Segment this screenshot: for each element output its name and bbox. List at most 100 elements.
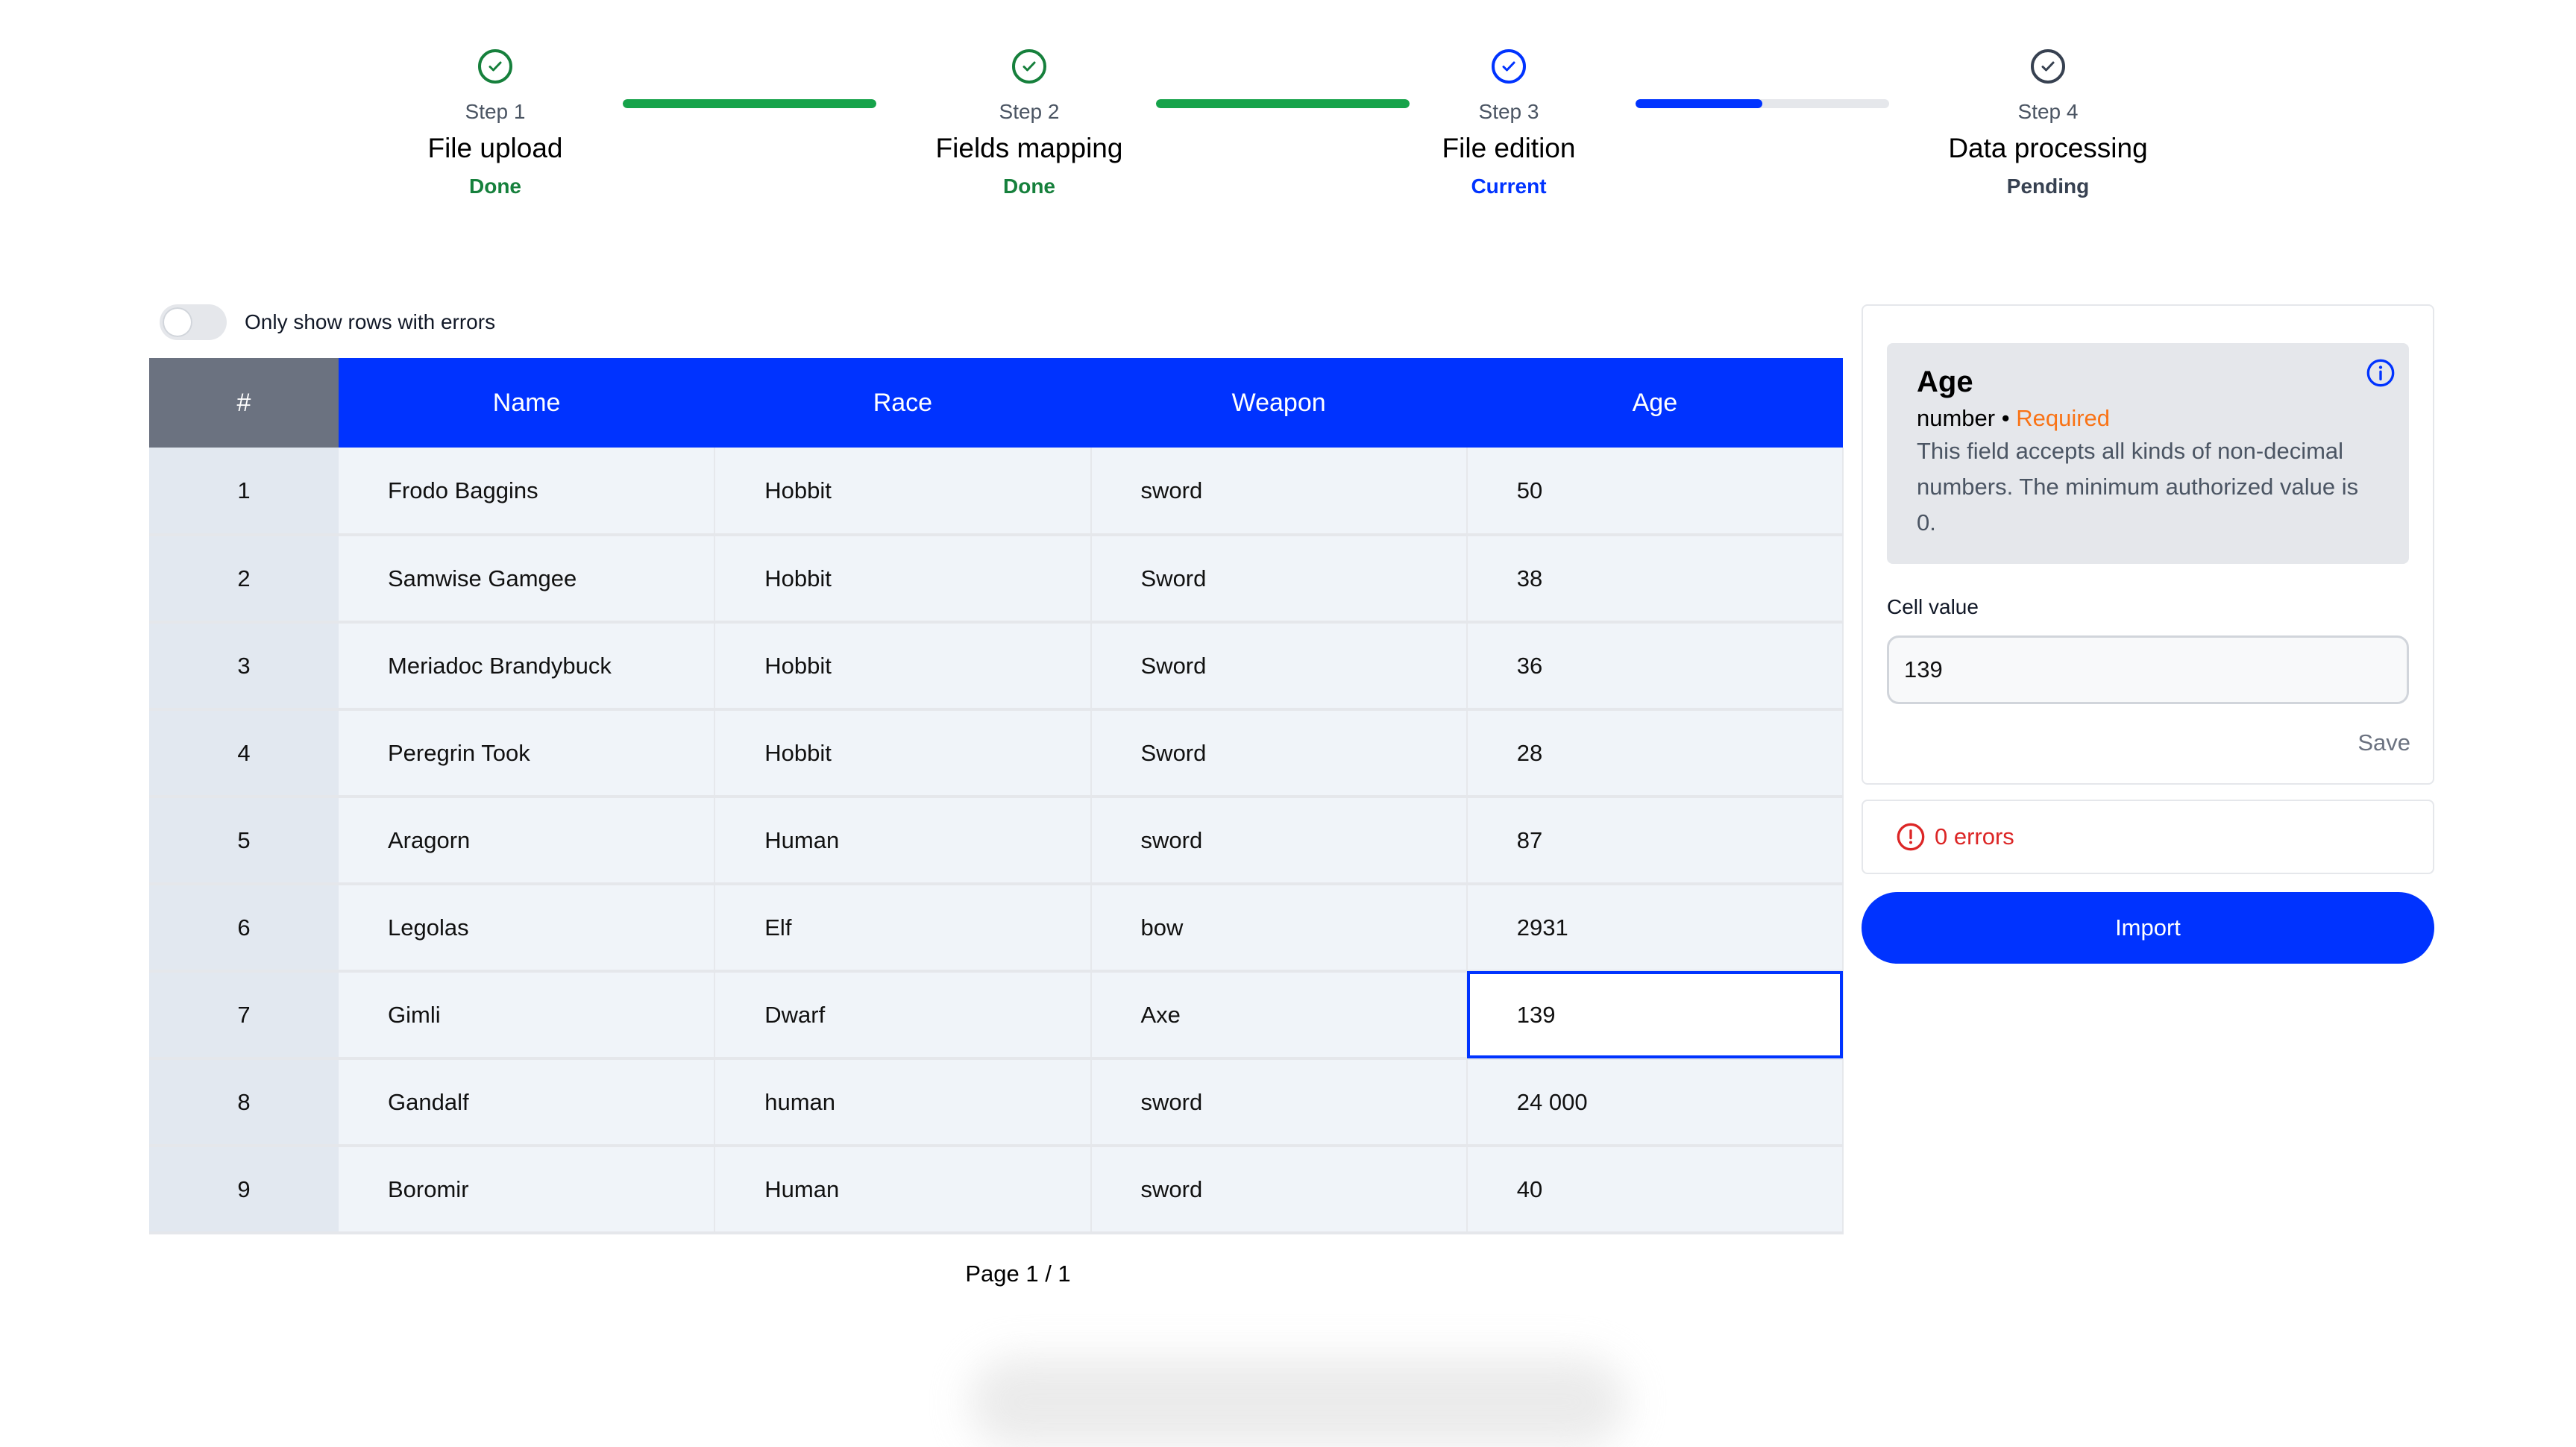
save-button[interactable]: Save [2357,729,2410,756]
bottom-shadow [970,1357,1626,1447]
step-status: Done [1003,175,1055,198]
column-header-race[interactable]: Race [714,358,1091,448]
import-button[interactable]: Import [1862,892,2434,964]
cell-name[interactable]: Gimli [339,971,716,1060]
table-row: 9 Boromir Human sword 40 [149,1146,1844,1234]
cell-age[interactable]: 50 [1466,448,1844,536]
cell-race[interactable]: Hobbit [714,709,1092,798]
cell-name[interactable]: Meriadoc Brandybuck [339,622,716,711]
table-row: 2 Samwise Gamgee Hobbit Sword 38 [149,535,1844,624]
cell-index: 2 [149,535,339,624]
cell-weapon[interactable]: Sword [1090,622,1468,711]
cell-race[interactable]: Hobbit [714,448,1092,536]
column-header-index: # [149,358,339,448]
cell-weapon[interactable]: sword [1090,1058,1468,1147]
cell-age[interactable]: 38 [1466,535,1844,624]
cell-index: 7 [149,971,339,1060]
field-type-line: number • Required [1917,405,2379,432]
cell-age[interactable]: 28 [1466,709,1844,798]
column-header-age[interactable]: Age [1466,358,1843,448]
cell-name[interactable]: Legolas [339,884,716,973]
table-row: 5 Aragorn Human sword 87 [149,797,1844,885]
cell-index: 5 [149,797,339,885]
cell-age[interactable]: 36 [1466,622,1844,711]
cell-age[interactable]: 139 [1466,971,1844,1060]
step-status: Done [469,175,521,198]
cell-race[interactable]: Dwarf [714,971,1092,1060]
cell-race[interactable]: Human [714,1146,1092,1234]
field-name: Age [1917,365,1973,398]
step-status: Current [1471,175,1547,198]
pagination: Page 1 / 1 [0,1261,2036,1287]
step-title: Data processing [1948,133,2148,163]
table-row: 8 Gandalf human sword 24 000 [149,1058,1844,1147]
step-3: Step 3 File edition Current [1300,49,1718,198]
cell-race[interactable]: Hobbit [714,622,1092,711]
cell-name[interactable]: Aragorn [339,797,716,885]
cell-index: 3 [149,622,339,711]
field-type: number [1917,405,1996,431]
cell-age[interactable]: 2931 [1466,884,1844,973]
table-header-row: # Name Race Weapon Age [149,358,1843,448]
step-title: File edition [1442,133,1576,163]
cell-name[interactable]: Peregrin Took [339,709,716,798]
check-circle-icon [1012,49,1046,84]
cell-weapon[interactable]: sword [1090,1146,1468,1234]
alert-circle-icon [1897,823,1925,851]
cell-weapon[interactable]: Sword [1090,535,1468,624]
required-badge: Required [2016,405,2111,431]
cell-name[interactable]: Frodo Baggins [339,448,716,536]
table-row: 1 Frodo Baggins Hobbit sword 50 [149,448,1844,536]
cell-index: 9 [149,1146,339,1234]
check-circle-icon [2031,49,2065,84]
cell-age[interactable]: 87 [1466,797,1844,885]
cell-age[interactable]: 24 000 [1466,1058,1844,1147]
cell-weapon[interactable]: bow [1090,884,1468,973]
cell-race[interactable]: Elf [714,884,1092,973]
check-circle-icon [1492,49,1526,84]
cell-weapon[interactable]: Sword [1090,709,1468,798]
errors-summary[interactable]: 0 errors [1862,800,2434,874]
error-filter-label: Only show rows with errors [245,310,496,333]
info-icon[interactable] [2366,358,2396,388]
cell-race[interactable]: Hobbit [714,535,1092,624]
error-filter: Only show rows with errors [160,304,495,340]
table-row: 7 Gimli Dwarf Axe 139 [149,971,1844,1060]
toggle-knob [163,307,192,337]
cell-editor-panel: Age number • Required This field accepts… [1862,304,2434,785]
cell-index: 6 [149,884,339,973]
field-description: This field accepts all kinds of non-deci… [1917,438,2359,536]
cell-race[interactable]: human [714,1058,1092,1147]
table-row: 6 Legolas Elf bow 2931 [149,884,1844,973]
cell-name[interactable]: Boromir [339,1146,716,1234]
step-4: Step 4 Data processing Pending [1839,49,2257,198]
cell-race[interactable]: Human [714,797,1092,885]
step-title: Fields mapping [935,133,1123,163]
cell-weapon[interactable]: sword [1090,797,1468,885]
column-header-weapon[interactable]: Weapon [1090,358,1467,448]
cell-age[interactable]: 40 [1466,1146,1844,1234]
table-row: 4 Peregrin Took Hobbit Sword 28 [149,709,1844,798]
step-title: File upload [427,133,563,163]
cell-weapon[interactable]: sword [1090,448,1468,536]
check-circle-icon [478,49,512,84]
cell-index: 8 [149,1058,339,1147]
step-status: Pending [2006,175,2090,198]
page-indicator: Page 1 / 1 [965,1261,1071,1287]
cell-value-input[interactable] [1887,635,2409,704]
cell-weapon[interactable]: Axe [1090,971,1468,1060]
step-2: Step 2 Fields mapping Done [820,49,1238,198]
error-filter-toggle[interactable] [160,304,227,340]
step-1: Step 1 File upload Done [286,49,704,198]
cell-name[interactable]: Samwise Gamgee [339,535,716,624]
separator: • [2001,405,2010,431]
cell-index: 4 [149,709,339,798]
errors-count: 0 errors [1935,823,2014,850]
step-number: Step 4 [2017,100,2079,123]
column-header-name[interactable]: Name [339,358,715,448]
field-info-card: Age number • Required This field accepts… [1887,343,2409,564]
table-row: 3 Meriadoc Brandybuck Hobbit Sword 36 [149,622,1844,711]
cell-value-label: Cell value [1887,595,1979,618]
cell-index: 1 [149,448,339,536]
cell-name[interactable]: Gandalf [339,1058,716,1147]
